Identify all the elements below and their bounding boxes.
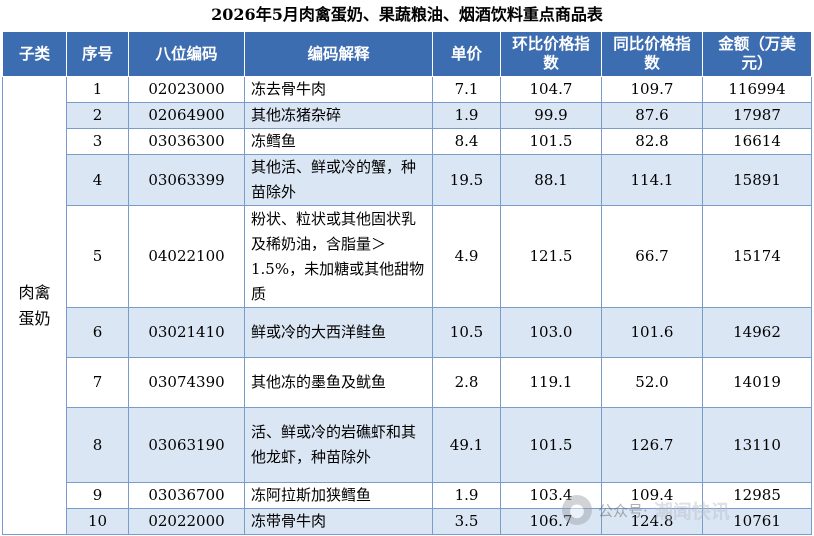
table-row: 3 03036300 冻鳕鱼 8.4 101.5 82.8 16614 [3,128,812,155]
cell-index: 1 [66,76,129,103]
cell-code: 04022100 [128,205,245,308]
header-index: 序号 [66,31,129,77]
cell-yoy: 66.7 [601,205,703,308]
cell-mom: 99.9 [500,102,602,129]
cell-yoy: 101.6 [601,307,703,358]
cell-code: 03074390 [128,357,245,408]
cell-price: 3.5 [432,508,501,535]
cell-price: 2.8 [432,357,501,408]
header-code: 八位编码 [128,31,245,77]
table-row: 8 03063190 活、鲜或冷的岩礁虾和其他龙虾，种苗除外 49.1 101.5 126… [3,407,812,483]
cell-index: 8 [66,407,129,483]
table-row: 肉禽蛋奶 1 02023000 冻去骨牛肉 7.1 104.7 109.7 116994 [2,76,812,535]
cell-amount: 15891 [702,154,812,206]
header-price: 单价 [432,31,501,77]
watermark-label: 公众号· [598,501,648,520]
cell-amount: 14019 [702,357,812,408]
cell-yoy: 109.7 [601,76,703,103]
cell-mom: 103.0 [500,307,602,358]
cell-desc: 粉状、粒状或其他固状乳及稀奶油，含脂量＞1.5%，未加糖或其他甜物质 [244,205,433,308]
cell-code: 03063399 [128,154,245,206]
cell-code: 03021410 [128,307,245,358]
cell-desc: 鲜或冷的大西洋鲑鱼 [244,307,433,358]
cell-code: 02022000 [128,508,245,535]
table-body: 肉禽蛋奶 1 02023000 冻去骨牛肉 7.1 104.7 109.7 116994 2 02… [2,76,812,535]
header-category: 子类 [2,31,67,77]
cell-index: 7 [66,357,129,408]
cell-desc: 冻去骨牛肉 [244,76,433,103]
cell-index: 4 [66,154,129,206]
cell-price: 1.9 [432,102,501,129]
watermark-brand: 潮闻快讯 [653,500,730,523]
cell-code: 03036300 [128,128,245,155]
table-row: 2 02064900 其他冻猪杂碎 1.9 99.9 87.6 17987 [3,102,812,129]
cell-price: 10.5 [432,307,501,358]
cell-desc: 其他活、鲜或冷的蟹，种苗除外 [244,154,433,206]
cell-mom: 88.1 [500,154,602,206]
cell-index: 5 [66,205,129,308]
cell-yoy: 114.1 [601,154,703,206]
cell-desc: 冻鳕鱼 [244,128,433,155]
cell-amount: 116994 [702,76,812,103]
cell-mom: 101.5 [500,128,602,155]
cell-price: 19.5 [432,154,501,206]
table-title: 2026年5月肉禽蛋奶、果蔬粮油、烟酒饮料重点商品表 [211,5,603,24]
header-desc: 编码解释 [244,31,433,77]
cell-amount: 17987 [702,102,812,129]
cell-amount: 16614 [702,128,812,155]
cell-mom: 121.5 [500,205,602,308]
cell-index: 9 [66,482,129,509]
cell-desc: 其他冻的墨鱼及鱿鱼 [244,357,433,408]
wechat-icon: ● [562,495,592,525]
table-row: 4 03063399 其他活、鲜或冷的蟹，种苗除外 19.5 88.1 114.1 1589… [3,154,812,206]
cell-index: 3 [66,128,129,155]
cell-desc: 其他冻猪杂碎 [244,102,433,129]
header-amount: 金额（万美元） [702,31,812,77]
cell-price: 7.1 [432,76,501,103]
table-row: 7 03074390 其他冻的墨鱼及鱿鱼 2.8 119.1 52.0 14019 [3,357,812,408]
cell-code: 02064900 [128,102,245,129]
cell-yoy: 52.0 [601,357,703,408]
cell-desc: 活、鲜或冷的岩礁虾和其他龙虾，种苗除外 [244,407,433,483]
header-row: 子类 序号 八位编码 编码解释 单价 环比价格指数 同比价格指数 金额（万美元） [2,31,812,77]
cell-yoy: 82.8 [601,128,703,155]
cell-desc: 冻带骨牛肉 [244,508,433,535]
table-row: 6 03021410 鲜或冷的大西洋鲑鱼 10.5 103.0 101.6 14962 [3,307,812,358]
cell-price: 49.1 [432,407,501,483]
cell-price: 4.9 [432,205,501,308]
cell-index: 10 [66,508,129,535]
cell-yoy: 87.6 [601,102,703,129]
header-mom: 环比价格指数 [500,31,602,77]
cell-mom: 119.1 [500,357,602,408]
cell-desc: 冻阿拉斯加狭鳕鱼 [244,482,433,509]
cell-code: 03036700 [128,482,245,509]
cell-amount: 14962 [702,307,812,358]
cell-mom: 104.7 [500,76,602,103]
table-row: 5 04022100 粉状、粒状或其他固状乳及稀奶油，含脂量＞1.5%，未加糖或其他… [3,205,812,308]
cell-price: 8.4 [432,128,501,155]
watermark: ● 公众号· 潮闻快讯 [562,486,802,534]
cell-index: 2 [66,102,129,129]
commodity-table: 子类 序号 八位编码 编码解释 单价 环比价格指数 同比价格指数 金额（万美元）… [2,31,812,535]
cell-index: 6 [66,307,129,358]
cell-price: 1.9 [432,482,501,509]
cell-yoy: 126.7 [601,407,703,483]
category-cell: 肉禽蛋奶 [2,76,67,535]
cell-amount: 15174 [702,205,812,308]
cell-code: 03063190 [128,407,245,483]
cell-mom: 101.5 [500,407,602,483]
header-yoy: 同比价格指数 [601,31,703,77]
cell-code: 02023000 [128,76,245,103]
cell-amount: 13110 [702,407,812,483]
